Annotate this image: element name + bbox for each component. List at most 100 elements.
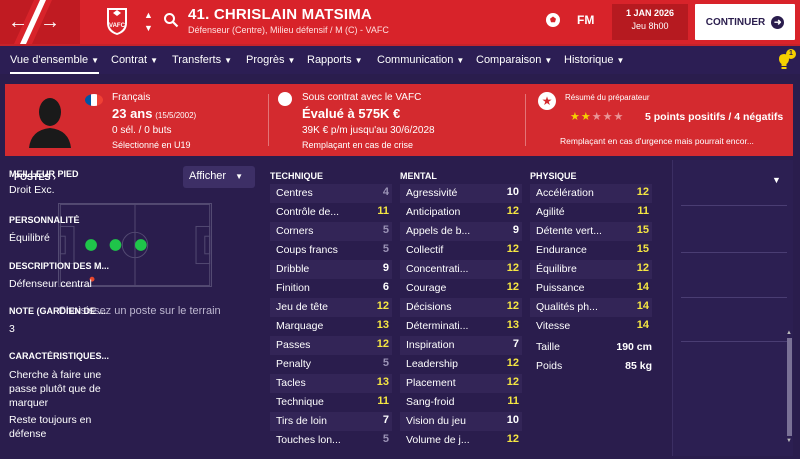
side-panel-scrollbar[interactable]: ▲ ▼ [786,330,792,454]
attribute-row[interactable]: Vitesse 14 [530,317,652,336]
personality-section: PERSONNALITÉ Équilibré [9,215,117,245]
player-title: 41. CHRISLAIN MATSIMA [188,6,372,23]
attribute-row[interactable]: Tacles 13 [270,374,392,393]
chevron-down-icon: ▼ [150,56,158,65]
attribute-row[interactable]: Concentrati... 12 [400,260,522,279]
attribute-row[interactable]: Qualités ph... 14 [530,298,652,317]
attribute-name: Centres [276,187,313,199]
attribute-row[interactable]: Jeu de tête 12 [270,298,392,317]
attribute-row[interactable]: Agilité 11 [530,203,652,222]
tab-reports[interactable]: Rapports ▼ [307,54,363,66]
attribute-name: Vision du jeu [406,415,466,427]
attribute-row[interactable]: Volume de j... 12 [400,431,522,450]
attribute-name: Vitesse [536,320,571,332]
coach-points: 5 points positifs / 4 négatifs [645,111,784,123]
attribute-row[interactable]: Leadership 12 [400,355,522,374]
tab-communication[interactable]: Communication ▼ [377,54,464,66]
attribute-row[interactable]: Passes 12 [270,336,392,355]
attribute-row[interactable]: Inspiration 7 [400,336,522,355]
scrollbar-thumb[interactable] [786,338,792,436]
attribute-row[interactable]: Anticipation 12 [400,203,522,222]
attribute-value: 5 [382,357,389,369]
attribute-name: Passes [276,339,311,351]
attribute-name: Équilibre [536,263,577,275]
attribute-value: 12 [506,300,519,312]
back-arrow-icon[interactable]: ← [6,10,30,34]
chevron-up-icon[interactable]: ▲ [144,11,153,20]
tab-label: Progrès [246,54,285,66]
attribute-row[interactable]: Détente vert... 15 [530,222,652,241]
attribute-row[interactable]: Placement 12 [400,374,522,393]
attribute-name: Courage [406,282,447,294]
football-icon[interactable] [545,12,561,28]
attribute-row[interactable]: Sang-froid 11 [400,393,522,412]
contract-status[interactable]: Sous contrat avec le VAFC [302,92,421,103]
coach-note[interactable]: Remplaçant en cas d'urgence mais pourrai… [560,136,754,146]
fm-logo[interactable]: FM [577,13,594,27]
nationality[interactable]: Français [112,92,150,103]
afficher-dropdown[interactable]: Afficher ▼ [183,166,255,188]
attribute-value: 14 [636,300,649,312]
trait-item[interactable]: Reste toujours en défense [9,413,109,441]
attribute-row[interactable]: Marquage 13 [270,317,392,336]
attribute-row[interactable]: Endurance 15 [530,241,652,260]
tab-history[interactable]: Historique ▼ [564,54,624,66]
attribute-value: 11 [507,395,519,407]
search-icon[interactable] [163,12,179,28]
height-row: Taille 190 cm [530,341,652,357]
scroll-up-icon[interactable]: ▲ [786,330,792,336]
attribute-row[interactable]: Finition 6 [270,279,392,298]
continue-button[interactable]: CONTINUER ➜ [695,4,795,40]
game-date[interactable]: 1 JAN 2026 Jeu 8h00 [612,4,688,40]
attribute-row[interactable]: Coups francs 5 [270,241,392,260]
attribute-name: Technique [276,396,324,408]
attribute-name: Penalty [276,358,312,370]
attribute-row[interactable]: Touches lon... 5 [270,431,392,450]
position-dot-mc[interactable] [135,239,147,251]
attribute-row[interactable]: Penalty 5 [270,355,392,374]
attribute-row[interactable]: Décisions 12 [400,298,522,317]
club-badge-logo[interactable]: VAFC [101,5,133,37]
chevron-down-icon[interactable]: ▼ [144,24,153,33]
forward-arrow-icon[interactable]: → [38,10,62,34]
international-stats: 0 sél. / 0 buts [112,125,172,136]
attribute-name: Puissance [536,282,585,294]
attribute-row[interactable]: Centres 4 [270,184,392,203]
tab-overview[interactable]: Vue d'ensemble ▼ [10,54,100,74]
tab-label: Contrat [111,54,148,66]
attribute-row[interactable]: Technique 11 [270,393,392,412]
top-header: ← → VAFC ▲ ▼ 41. CHRISLAIN MATSIMA Défen… [0,0,800,44]
attribute-row[interactable]: Contrôle de... 11 [270,203,392,222]
attribute-row[interactable]: Courage 12 [400,279,522,298]
attribute-row[interactable]: Vision du jeu 10 [400,412,522,431]
trait-item[interactable]: Cherche à faire une passe plutôt que de … [9,368,109,410]
attribute-row[interactable]: Corners 5 [270,222,392,241]
attribute-value: 10 [506,414,519,426]
scroll-down-icon[interactable]: ▼ [786,438,792,444]
attribute-value: 12 [506,376,519,388]
attribute-name: Jeu de tête [276,301,328,313]
attribute-row[interactable]: Tirs de loin 7 [270,412,392,431]
attribute-row[interactable]: Accélération 12 [530,184,652,203]
tab-comparison[interactable]: Comparaison ▼ [476,54,552,66]
attribute-row[interactable]: Collectif 12 [400,241,522,260]
attribute-row[interactable]: Déterminati... 13 [400,317,522,336]
club-badge-text: VAFC [109,23,126,29]
attribute-row[interactable]: Puissance 14 [530,279,652,298]
attribute-row[interactable]: Équilibre 12 [530,260,652,279]
tab-label: Comparaison [476,54,542,66]
expand-chevron-icon[interactable]: ▼ [772,175,781,185]
tab-contract[interactable]: Contrat ▼ [111,54,158,66]
attribute-value: 12 [506,433,519,445]
attribute-name: Détente vert... [536,225,602,237]
player-value: Évalué à 575K € [302,106,401,121]
attribute-row[interactable]: Appels de b... 9 [400,222,522,241]
tab-progress[interactable]: Progrès ▼ [246,54,295,66]
player-position-subtitle: Défenseur (Centre), Milieu défensif / M … [188,25,389,35]
attribute-value: 15 [636,243,649,255]
tab-transfers[interactable]: Transferts ▼ [172,54,232,66]
attribute-row[interactable]: Agressivité 10 [400,184,522,203]
tab-label: Transferts [172,54,222,66]
attribute-value: 9 [382,262,389,274]
attribute-row[interactable]: Dribble 9 [270,260,392,279]
